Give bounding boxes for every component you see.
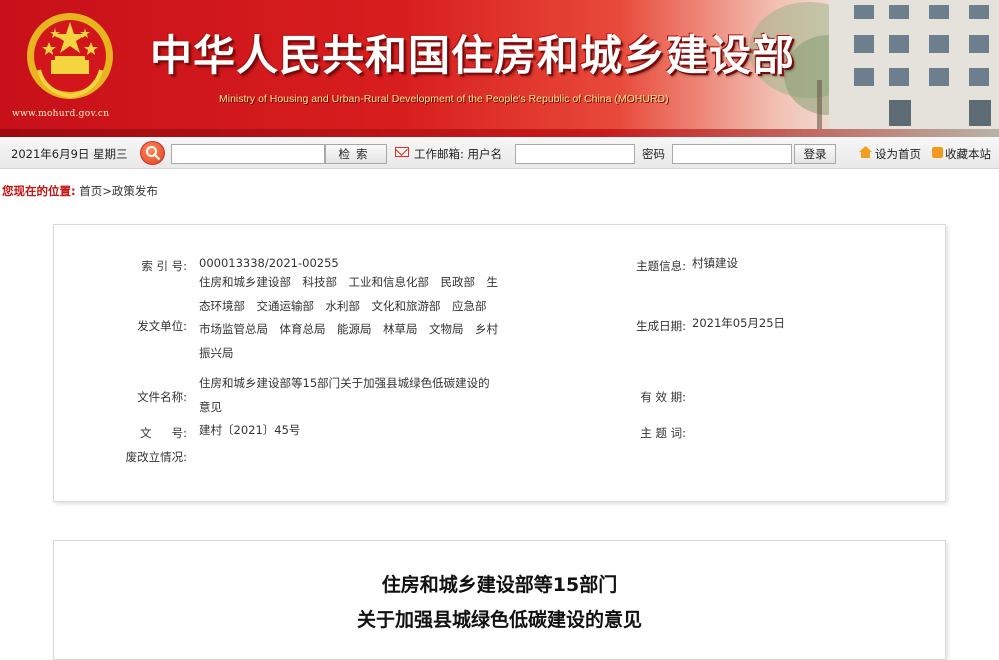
validity-label: 有 效 期: <box>640 390 686 404</box>
search-input[interactable] <box>171 144 325 164</box>
site-subtitle: Ministry of Housing and Urban-Rural Deve… <box>219 93 669 105</box>
bookmark-icon[interactable] <box>932 147 943 158</box>
filename-label: 文件名称: <box>137 390 187 404</box>
article-title-line-2: 关于加强县城绿色低碳建设的意见 <box>356 609 642 631</box>
subject-value: 村镇建设 <box>692 256 738 270</box>
home-icon[interactable] <box>859 146 872 158</box>
work-mail-label: 工作邮箱: 用户名 <box>414 147 503 161</box>
date-label: 生成日期: <box>636 319 686 333</box>
top-toolbar: 2021年6月9日 星期三 检索 工作邮箱: 用户名 密码 登录 设为首页 收藏… <box>0 137 999 169</box>
search-button[interactable]: 检索 <box>325 144 387 164</box>
status-label: 废改立情况: <box>125 450 187 464</box>
mail-icon <box>395 147 409 157</box>
current-date: 2021年6月9日 星期三 <box>11 147 128 161</box>
login-button[interactable]: 登录 <box>794 144 836 164</box>
filename-value: 住房和城乡建设部等15部门关于加强县城绿色低碳建设的意见 <box>199 376 490 414</box>
site-banner: www.mohurd.gov.cn 中华人民共和国住房和城乡建设部 Minist… <box>0 0 999 137</box>
docno-label-1: 文 <box>140 426 152 440</box>
units-label: 发文单位: <box>137 319 187 333</box>
bookmark-link[interactable]: 收藏本站 <box>945 146 991 162</box>
password-label: 密码 <box>642 147 665 161</box>
building-decoration <box>829 0 999 130</box>
breadcrumb: 您现在的位置: 首页>政策发布 <box>2 183 158 199</box>
password-field[interactable] <box>672 144 792 164</box>
location-label: 您现在的位置: <box>2 184 76 198</box>
username-field[interactable] <box>515 144 635 164</box>
set-home-link[interactable]: 设为首页 <box>875 146 921 162</box>
site-url: www.mohurd.gov.cn <box>12 109 110 119</box>
index-label: 索 引 号: <box>141 259 187 273</box>
breadcrumb-path[interactable]: 首页>政策发布 <box>79 184 158 198</box>
article-title-line-1: 住房和城乡建设部等15部门 <box>381 574 618 596</box>
subject-label: 主题信息: <box>636 259 686 273</box>
date-value: 2021年05月25日 <box>692 316 786 330</box>
site-title: 中华人民共和国住房和城乡建设部 <box>150 31 796 80</box>
units-value: 住房和城乡建设部 科技部 工业和信息化部 民政部 生态环境部 交通运输部 水利部… <box>199 275 498 360</box>
keywords-label: 主 题 词: <box>640 426 686 440</box>
national-emblem-icon <box>27 13 113 99</box>
search-icon[interactable] <box>140 141 165 165</box>
docno-label-2: 号: <box>171 426 187 440</box>
article-panel: 住房和城乡建设部等15部门 关于加强县城绿色低碳建设的意见 <box>53 540 946 660</box>
docno-value: 建村〔2021〕45号 <box>199 423 301 437</box>
document-info-panel: 索 引 号: 000013338/2021-00255 主题信息: 村镇建设 发… <box>53 224 946 502</box>
